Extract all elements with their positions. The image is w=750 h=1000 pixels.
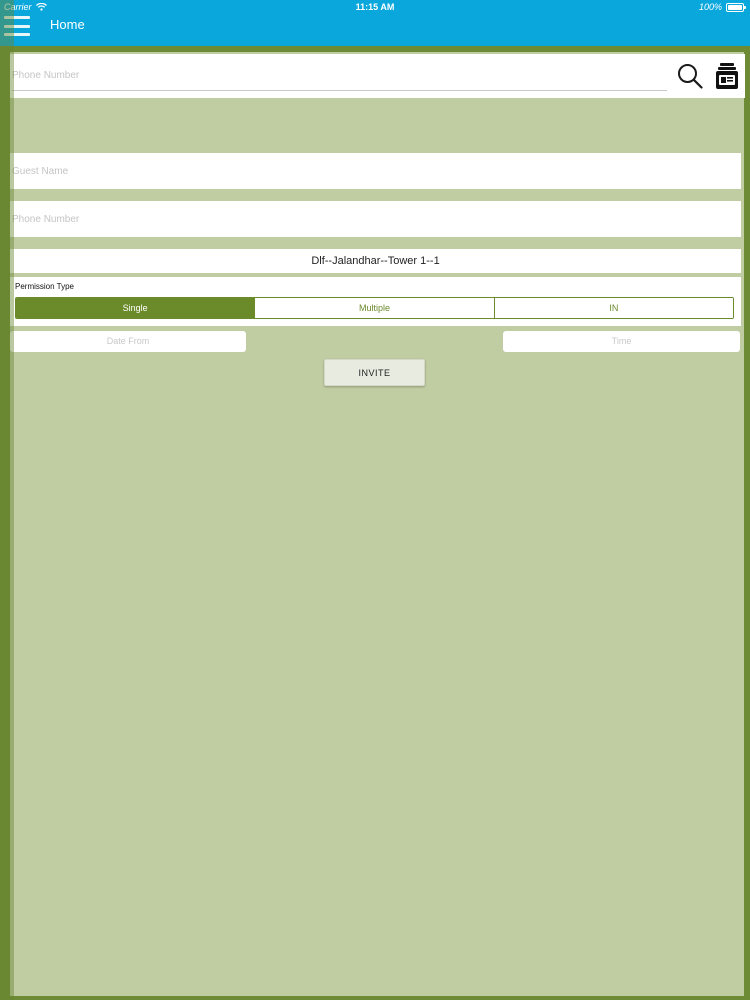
phone-number-input[interactable]: [10, 201, 741, 237]
app-screen: Carrier 11:15 AM 100% Home Phone Number …: [0, 0, 750, 1000]
bottom-edge-strip: [0, 996, 750, 1000]
search-bar: [10, 54, 745, 98]
contact-card-icon[interactable]: [715, 62, 739, 90]
battery-percent: 100%: [698, 2, 722, 12]
permission-section: Permission Type Single Multiple IN: [10, 277, 741, 326]
permission-option-in[interactable]: IN: [493, 298, 733, 318]
menu-icon[interactable]: [4, 16, 30, 36]
permission-segmented-control: Single Multiple IN: [15, 297, 734, 319]
top-bar: Carrier 11:15 AM 100% Home: [0, 0, 750, 46]
date-from-field[interactable]: Date From: [10, 331, 246, 352]
status-time: 11:15 AM: [355, 2, 395, 12]
search-input[interactable]: [12, 60, 667, 91]
permission-type-label: Permission Type: [15, 282, 74, 291]
invite-button[interactable]: INVITE: [324, 359, 425, 386]
right-edge-strip: [744, 46, 750, 1000]
header-divider: [0, 46, 750, 52]
search-icon[interactable]: [677, 63, 703, 89]
page-title: Home: [50, 17, 85, 32]
permission-option-single[interactable]: Single: [16, 298, 255, 318]
location-selector[interactable]: Dlf--Jalandhar--Tower 1--1: [10, 249, 741, 273]
time-field[interactable]: Time: [503, 331, 740, 352]
left-edge-strip: [0, 46, 10, 1000]
permission-option-multiple[interactable]: Multiple: [254, 298, 494, 318]
guest-name-input[interactable]: [10, 153, 741, 189]
battery-icon: [726, 2, 746, 12]
status-right: 100%: [698, 2, 746, 12]
